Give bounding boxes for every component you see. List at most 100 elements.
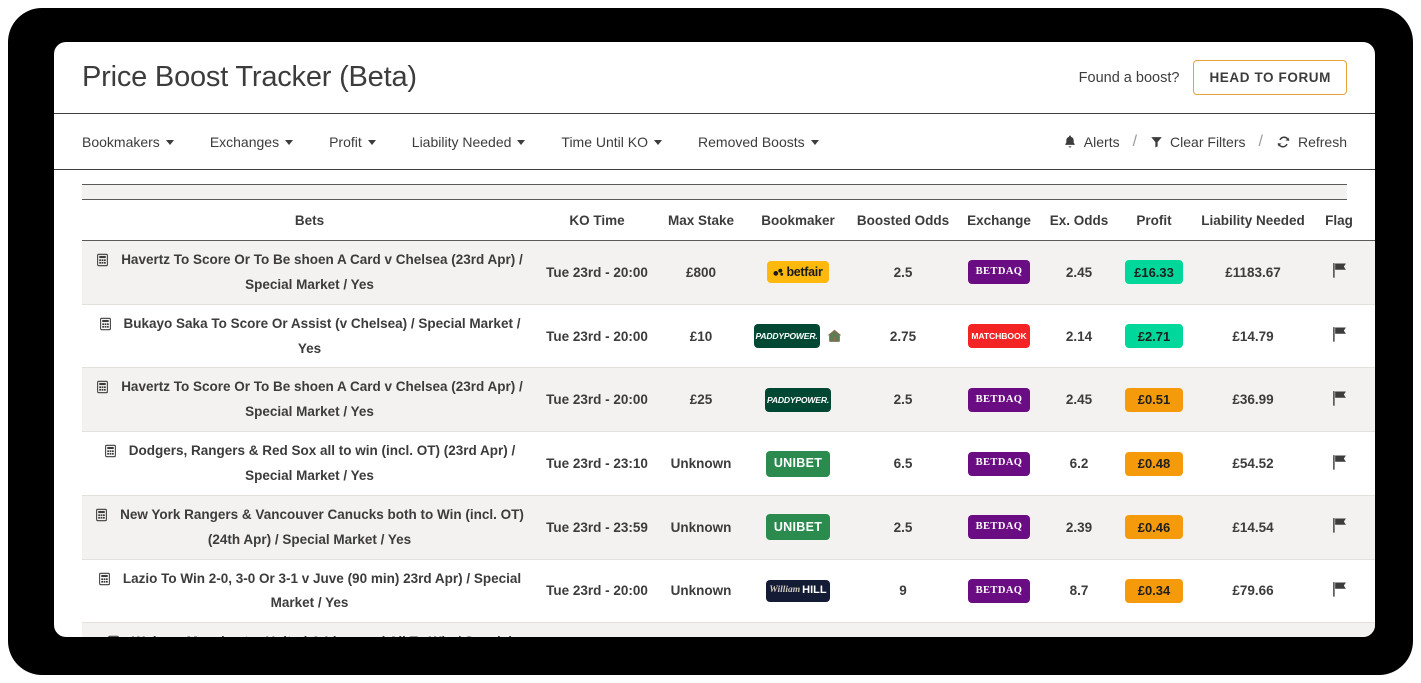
column-header-bookmaker[interactable]: Bookmaker	[745, 200, 851, 241]
chevron-down-icon	[285, 140, 294, 145]
cell-liability-needed: £14.79	[1193, 304, 1313, 369]
cell-bookmaker[interactable]: betfair	[745, 240, 851, 305]
refresh-button[interactable]: Refresh	[1276, 134, 1347, 150]
cell-exchange[interactable]: BETDAQ	[955, 622, 1043, 637]
profit-badge: £0.51	[1125, 387, 1183, 412]
cell-remove[interactable]: ✕	[1365, 367, 1375, 433]
column-header-max-stake[interactable]: Max Stake	[657, 200, 745, 241]
cell-ko-time: Tue 23rd - 23:10	[537, 431, 657, 496]
column-header-ex-odds[interactable]: Ex. Odds	[1043, 200, 1115, 241]
bet-description[interactable]: Havertz To Score Or To Be shoen A Card v…	[121, 252, 523, 292]
flag-icon[interactable]	[1330, 262, 1349, 279]
betdaq-logo: BETDAQ	[968, 578, 1030, 603]
chevron-down-icon	[654, 140, 663, 145]
table-row: New York Rangers & Vancouver Canucks bot…	[82, 495, 1375, 560]
cell-bookmaker[interactable]: UNIBET	[745, 431, 851, 496]
filter-profit[interactable]: Profit	[329, 134, 376, 150]
filter-bookmakers-label: Bookmakers	[82, 133, 160, 150]
cell-remove[interactable]: ✕	[1365, 431, 1375, 496]
cell-bet: Dodgers, Rangers & Red Sox all to win (i…	[82, 431, 537, 496]
column-header-boosted-odds[interactable]: Boosted Odds	[851, 200, 955, 241]
filter-removed-boosts[interactable]: Removed Boosts	[698, 134, 819, 150]
cell-remove[interactable]: ✕	[1365, 622, 1375, 637]
filter-bookmakers[interactable]: Bookmakers	[82, 134, 174, 150]
betdaq-logo: BETDAQ	[968, 260, 1030, 285]
calculator-icon[interactable]	[95, 507, 108, 529]
flag-icon[interactable]	[1330, 581, 1349, 598]
table-top-strip	[82, 184, 1347, 200]
page-title: Price Boost Tracker (Beta)	[82, 61, 417, 93]
head-to-forum-button[interactable]: HEAD TO FORUM	[1193, 60, 1347, 95]
cell-profit: £16.33	[1115, 240, 1193, 305]
cell-max-stake: Unknown	[657, 559, 745, 624]
cell-flag[interactable]	[1313, 367, 1365, 433]
column-header-bets[interactable]: Bets	[82, 200, 537, 241]
cell-flag[interactable]	[1313, 240, 1365, 305]
column-header-exchange[interactable]: Exchange	[955, 200, 1043, 241]
profit-badge: £2.71	[1125, 324, 1183, 349]
cell-max-stake: £800	[657, 240, 745, 305]
cell-max-stake: Unknown	[657, 622, 745, 637]
price-boost-table: Bets KO Time Max Stake Bookmaker Boosted…	[82, 200, 1375, 637]
cell-bookmaker[interactable]: PADDYPOWER.	[745, 304, 851, 369]
cell-bet: Lazio To Win 2-0, 3-0 Or 3-1 v Juve (90 …	[82, 559, 537, 624]
cell-remove[interactable]: ✕	[1365, 240, 1375, 305]
calculator-icon[interactable]	[107, 634, 120, 637]
column-header-flag[interactable]: Flag	[1313, 200, 1365, 241]
cell-bookmaker[interactable]: ◉BETMGM	[745, 622, 851, 637]
cell-flag[interactable]	[1313, 304, 1365, 369]
flag-icon[interactable]	[1330, 454, 1349, 471]
cell-flag[interactable]	[1313, 622, 1365, 637]
calculator-icon[interactable]	[104, 443, 117, 465]
alerts-button[interactable]: Alerts	[1063, 134, 1120, 150]
calculator-icon[interactable]	[98, 571, 111, 593]
flag-icon[interactable]	[1330, 390, 1349, 407]
cell-exchange[interactable]: BETDAQ	[955, 431, 1043, 496]
house-icon	[826, 328, 843, 344]
bet-description[interactable]: New York Rangers & Vancouver Canucks bot…	[120, 507, 524, 547]
flag-icon[interactable]	[1330, 517, 1349, 534]
table-row: Havertz To Score Or To Be shoen A Card v…	[82, 367, 1375, 433]
column-header-liability-needed[interactable]: Liability Needed	[1193, 200, 1313, 241]
calculator-icon[interactable]	[99, 316, 112, 338]
bet-description[interactable]: Bukayo Saka To Score Or Assist (v Chelse…	[124, 316, 521, 356]
table-row: Bukayo Saka To Score Or Assist (v Chelse…	[82, 304, 1375, 369]
filter-liability-needed[interactable]: Liability Needed	[412, 134, 526, 150]
cell-flag[interactable]	[1313, 495, 1365, 560]
cell-ex-odds: 2.14	[1043, 304, 1115, 369]
bet-description[interactable]: Lazio To Win 2-0, 3-0 Or 3-1 v Juve (90 …	[123, 571, 521, 611]
profit-badge: £0.46	[1125, 515, 1183, 540]
cell-bet: Bukayo Saka To Score Or Assist (v Chelse…	[82, 304, 537, 369]
bet-description[interactable]: Dodgers, Rangers & Red Sox all to win (i…	[129, 443, 516, 483]
bet-description[interactable]: Havertz To Score Or To Be shoen A Card v…	[121, 379, 523, 419]
bet-description[interactable]: Wolves, Manchester United & Liverpool Al…	[132, 634, 512, 637]
filter-exchanges-label: Exchanges	[209, 133, 280, 150]
cell-exchange[interactable]: MATCHBOOK	[955, 304, 1043, 369]
column-header-profit[interactable]: Profit	[1115, 200, 1193, 241]
betdaq-logo: BETDAQ	[968, 515, 1030, 540]
refresh-label: Refresh	[1297, 133, 1347, 150]
cell-exchange[interactable]: BETDAQ	[955, 495, 1043, 560]
cell-remove[interactable]: ✕	[1365, 495, 1375, 560]
cell-bookmaker[interactable]: PADDYPOWER.	[745, 367, 851, 433]
bell-icon	[1063, 134, 1077, 149]
calculator-icon[interactable]	[96, 379, 109, 401]
cell-bookmaker[interactable]: William HILL	[745, 559, 851, 624]
clear-filters-button[interactable]: Clear Filters	[1150, 134, 1246, 150]
cell-exchange[interactable]: BETDAQ	[955, 367, 1043, 433]
cell-remove[interactable]: ✕	[1365, 304, 1375, 369]
filter-exchanges[interactable]: Exchanges	[209, 133, 294, 150]
calculator-icon[interactable]	[96, 252, 109, 274]
filter-time-until-ko[interactable]: Time Until KO	[561, 134, 663, 150]
cell-exchange[interactable]: BETDAQ	[955, 240, 1043, 305]
cell-flag[interactable]	[1313, 431, 1365, 496]
chevron-down-icon	[810, 140, 819, 145]
column-header-ko-time[interactable]: KO Time	[537, 200, 657, 241]
flag-icon[interactable]	[1330, 326, 1349, 343]
cell-flag[interactable]	[1313, 559, 1365, 624]
cell-bookmaker[interactable]: UNIBET	[745, 495, 851, 560]
cell-exchange[interactable]: BETDAQ	[955, 559, 1043, 624]
chevron-down-icon	[367, 140, 376, 145]
cell-remove[interactable]: ✕	[1365, 559, 1375, 624]
unibet-logo: UNIBET	[766, 514, 830, 541]
